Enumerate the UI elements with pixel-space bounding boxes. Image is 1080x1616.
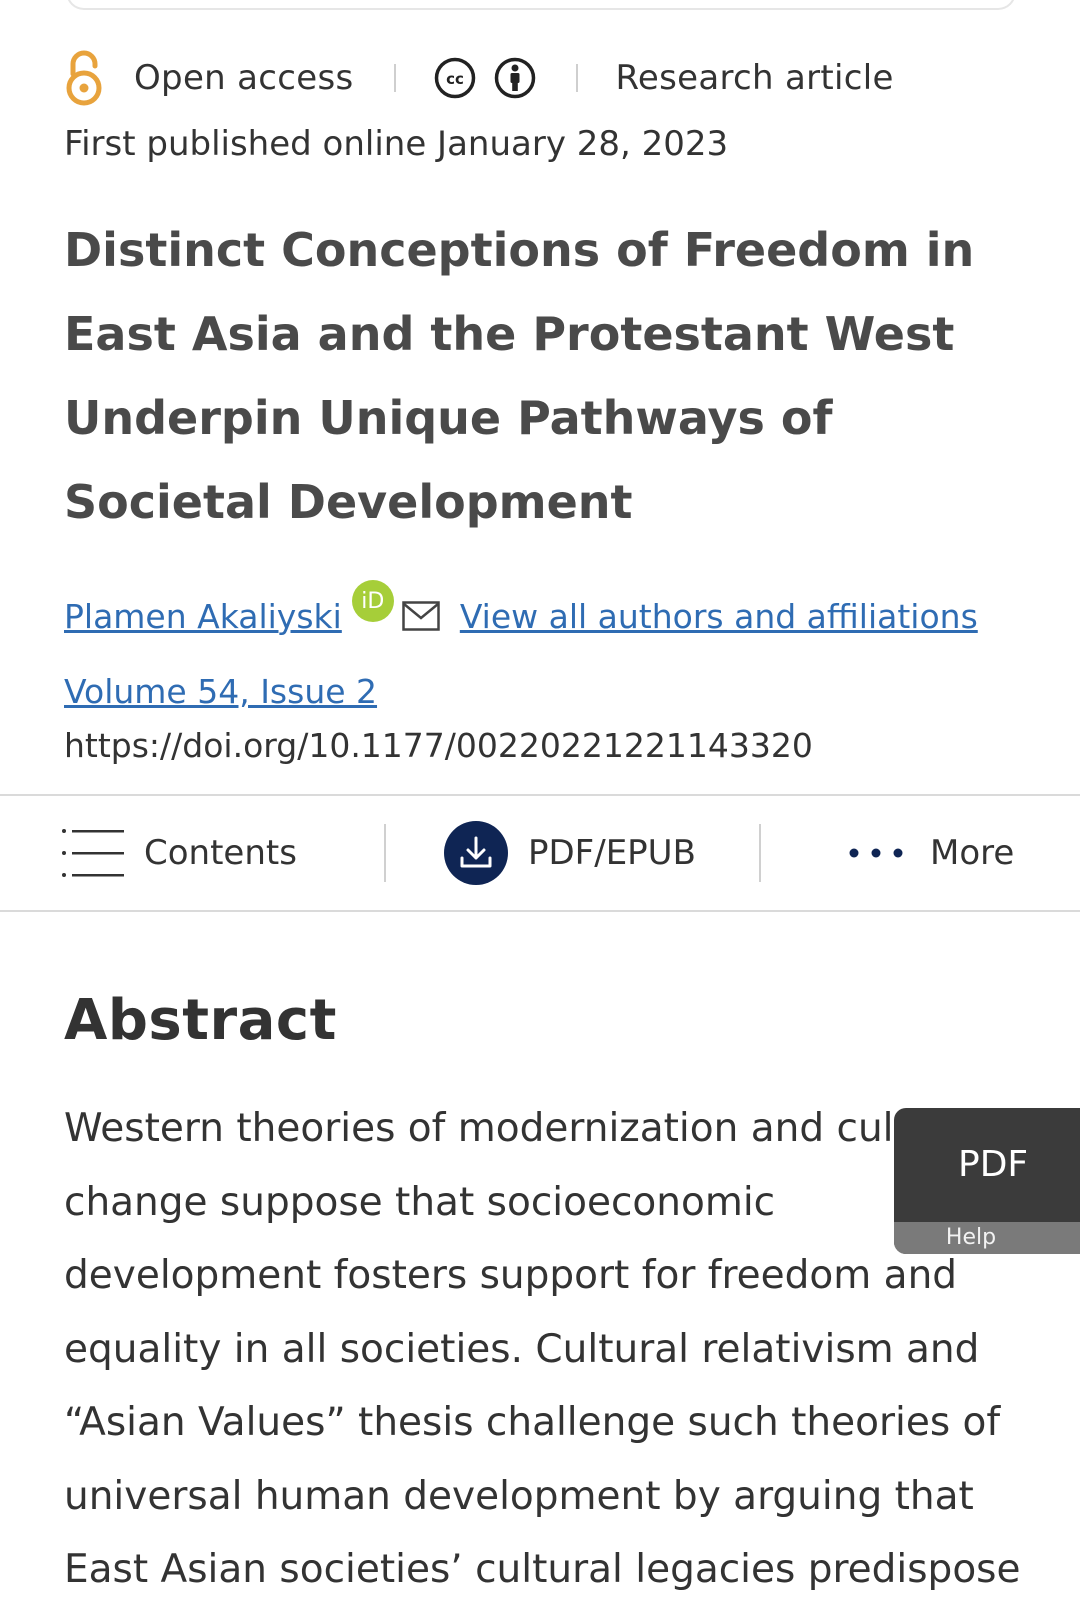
publication-date: First published online January 28, 2023 [64, 124, 729, 164]
mail-icon[interactable] [402, 601, 440, 631]
abstract-heading: Abstract [64, 988, 337, 1053]
doi-text[interactable]: https://doi.org/10.1177/0022022122114332… [64, 726, 813, 765]
contents-label: Contents [144, 833, 297, 873]
by-attribution-icon [494, 57, 535, 99]
license-icons[interactable]: cc [434, 57, 536, 99]
meta-divider [575, 64, 578, 92]
more-label: More [930, 833, 1015, 873]
previous-card-edge [66, 0, 1016, 10]
meta-divider [393, 64, 396, 92]
contents-list-icon [62, 829, 124, 877]
article-type: Research article [615, 58, 894, 98]
open-access-label: Open access [134, 58, 354, 98]
download-icon [444, 821, 508, 885]
more-button[interactable]: More [848, 796, 1014, 910]
pdf-epub-label: PDF/EPUB [528, 833, 696, 873]
abstract-text: Western theories of modernization and cu… [64, 1106, 1021, 1592]
article-toolbar: Contents PDF/EPUB More [0, 794, 1080, 912]
toolbar-divider [384, 824, 386, 882]
orcid-icon[interactable]: iD [351, 580, 394, 622]
cc-icon: cc [434, 57, 475, 99]
floating-pdf-label: PDF [958, 1144, 1029, 1185]
view-all-authors-link[interactable]: View all authors and affiliations [460, 597, 978, 636]
svg-text:cc: cc [446, 70, 464, 88]
help-button[interactable]: Help [894, 1222, 1080, 1254]
floating-pdf-button[interactable]: PDF Help [894, 1108, 1080, 1254]
article-meta-row: Open access cc Research article [64, 46, 894, 110]
author-row: Plamen Akaliyski iD View all authors and… [64, 578, 978, 654]
open-access-lock-icon [64, 46, 104, 110]
more-dots-icon [849, 848, 903, 858]
author-link[interactable]: Plamen Akaliyski [64, 597, 342, 636]
toolbar-divider [759, 824, 761, 882]
contents-button[interactable]: Contents [62, 796, 297, 910]
pdf-epub-button[interactable]: PDF/EPUB [444, 796, 696, 910]
volume-issue-link[interactable]: Volume 54, Issue 2 [64, 672, 377, 711]
article-title: Distinct Conceptions of Freedom in East … [64, 223, 975, 529]
